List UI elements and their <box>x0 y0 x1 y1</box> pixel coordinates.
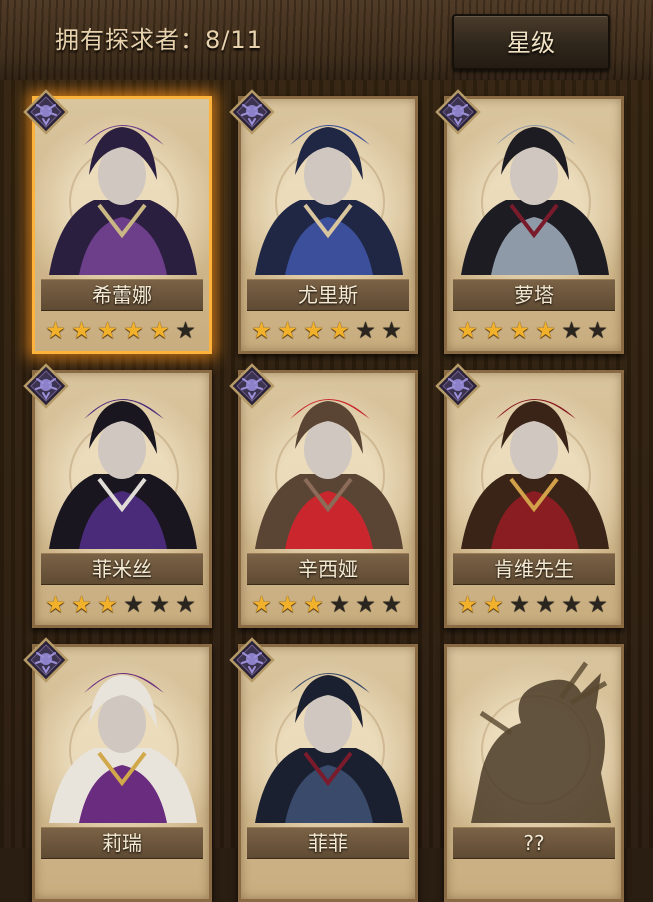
star-filled-icon: ★ <box>45 592 66 618</box>
star-empty-icon: ★ <box>381 318 402 344</box>
star-filled-icon: ★ <box>277 318 298 344</box>
star-filled-icon: ★ <box>71 592 92 618</box>
star-filled-icon: ★ <box>277 592 298 618</box>
seeker-card[interactable]: ?? <box>444 644 624 902</box>
star-filled-icon: ★ <box>123 318 144 344</box>
seeker-card[interactable]: 萝塔 ★ ★ ★ ★ ★ ★ <box>435 89 624 354</box>
seeker-name: 希蕾娜 <box>41 279 203 311</box>
star-empty-icon: ★ <box>123 592 144 618</box>
locked-silhouette <box>451 653 617 823</box>
star-empty-icon: ★ <box>587 318 608 344</box>
faction-emblem-icon <box>23 89 69 135</box>
star-filled-icon: ★ <box>303 318 324 344</box>
star-filled-icon: ★ <box>457 592 478 618</box>
star-filled-icon: ★ <box>457 318 478 344</box>
star-empty-icon: ★ <box>381 592 402 618</box>
star-filled-icon: ★ <box>97 318 118 344</box>
seeker-card[interactable]: 菲米丝 ★ ★ ★ ★ ★ ★ <box>23 363 212 628</box>
star-filled-icon: ★ <box>535 318 556 344</box>
star-filled-icon: ★ <box>251 318 272 344</box>
star-rating: ★ ★ ★ ★ ★ ★ <box>249 593 409 619</box>
star-rating: ★ ★ ★ ★ ★ ★ <box>455 593 615 619</box>
star-filled-icon: ★ <box>71 318 92 344</box>
faction-emblem-icon <box>435 363 481 409</box>
seeker-card[interactable]: 肯维先生 ★ ★ ★ ★ ★ ★ <box>435 363 624 628</box>
faction-emblem-icon <box>23 363 69 409</box>
star-rank-sort-button[interactable]: 星级 <box>452 14 610 70</box>
seeker-name: 菲菲 <box>247 827 409 859</box>
seeker-name: 菲米丝 <box>41 553 203 585</box>
seeker-card[interactable]: 菲菲 <box>229 637 418 902</box>
faction-emblem-icon <box>23 637 69 683</box>
star-rating: ★ ★ ★ ★ ★ ★ <box>455 319 615 345</box>
seeker-name: 辛西娅 <box>247 553 409 585</box>
star-filled-icon: ★ <box>303 592 324 618</box>
star-empty-icon: ★ <box>329 592 350 618</box>
seeker-name: 莉瑞 <box>41 827 203 859</box>
star-empty-icon: ★ <box>561 318 582 344</box>
star-filled-icon: ★ <box>251 592 272 618</box>
star-empty-icon: ★ <box>561 592 582 618</box>
star-empty-icon: ★ <box>535 592 556 618</box>
star-empty-icon: ★ <box>509 592 530 618</box>
roster-screen: 拥有探求者：8/11 星级 希蕾娜 ★ ★ ★ ★ ★ ★ 尤里斯 ★ ★ ★ ★ ★ ★ 萝塔 ★ ★ ★ ★ ★ ★… <box>0 0 653 902</box>
star-empty-icon: ★ <box>355 318 376 344</box>
star-empty-icon: ★ <box>175 592 196 618</box>
star-filled-icon: ★ <box>483 592 504 618</box>
star-rating: ★ ★ ★ ★ ★ ★ <box>249 319 409 345</box>
star-rating: ★ ★ ★ ★ ★ ★ <box>43 319 203 345</box>
owned-seekers-count: 拥有探求者：8/11 <box>55 26 263 54</box>
seeker-card[interactable]: 莉瑞 <box>23 637 212 902</box>
seeker-card[interactable]: 辛西娅 ★ ★ ★ ★ ★ ★ <box>229 363 418 628</box>
seeker-name: 尤里斯 <box>247 279 409 311</box>
star-filled-icon: ★ <box>149 318 170 344</box>
faction-emblem-icon <box>229 89 275 135</box>
star-empty-icon: ★ <box>175 318 196 344</box>
star-filled-icon: ★ <box>97 592 118 618</box>
seeker-name: ?? <box>453 827 615 859</box>
star-filled-icon: ★ <box>45 318 66 344</box>
star-empty-icon: ★ <box>149 592 170 618</box>
star-filled-icon: ★ <box>509 318 530 344</box>
seeker-grid: 希蕾娜 ★ ★ ★ ★ ★ ★ 尤里斯 ★ ★ ★ ★ ★ ★ 萝塔 ★ ★ ★ ★ ★ ★ 菲米丝 ★ ★ ★ ★ ★ ★ 辛西娅 ★ ★… <box>0 80 653 902</box>
seeker-name: 萝塔 <box>453 279 615 311</box>
faction-emblem-icon <box>229 637 275 683</box>
header-bar: 拥有探求者：8/11 星级 <box>0 0 653 83</box>
seeker-card[interactable]: 希蕾娜 ★ ★ ★ ★ ★ ★ <box>23 89 212 354</box>
star-filled-icon: ★ <box>483 318 504 344</box>
star-empty-icon: ★ <box>587 592 608 618</box>
seeker-card[interactable]: 尤里斯 ★ ★ ★ ★ ★ ★ <box>229 89 418 354</box>
faction-emblem-icon <box>435 89 481 135</box>
seeker-name: 肯维先生 <box>453 553 615 585</box>
star-rating: ★ ★ ★ ★ ★ ★ <box>43 593 203 619</box>
star-empty-icon: ★ <box>355 592 376 618</box>
star-filled-icon: ★ <box>329 318 350 344</box>
faction-emblem-icon <box>229 363 275 409</box>
